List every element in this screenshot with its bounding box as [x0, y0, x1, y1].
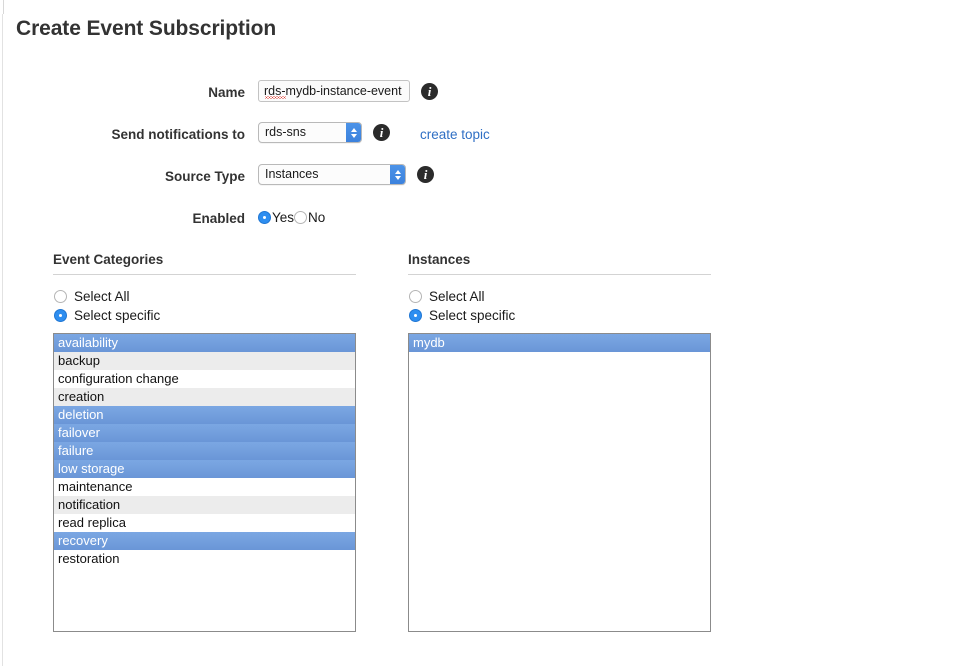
instance-list-item[interactable]: mydb: [409, 334, 710, 352]
radio-indicator-select-specific-icon: [54, 309, 67, 322]
instances-panel: Instances Select All Select specific myd…: [408, 252, 711, 632]
label-name: Name: [208, 85, 245, 100]
info-icon-source-type[interactable]: i: [417, 166, 434, 183]
event-categories-radio-group: Select All Select specific: [54, 287, 356, 325]
radio-indicator-yes-icon: [258, 210, 271, 224]
form-row-enabled: Enabled Yes No: [0, 206, 959, 248]
event-categories-select-all-label: Select All: [74, 289, 130, 304]
page-title: Create Event Subscription: [16, 17, 277, 40]
instances-radio-group: Select All Select specific: [409, 287, 711, 325]
radio-indicator-select-specific-icon: [409, 309, 422, 322]
source-type-selected-value: Instances: [265, 167, 319, 181]
sns-topic-select[interactable]: rds-sns: [258, 122, 362, 143]
chevron-updown-icon: [390, 165, 405, 184]
event-category-list-item[interactable]: maintenance: [54, 478, 355, 496]
name-input-wrapper: [258, 80, 410, 102]
label-enabled: Enabled: [192, 211, 245, 226]
label-source-type: Source Type: [164, 169, 245, 184]
form-row-name: Name i: [0, 80, 959, 122]
source-type-select[interactable]: Instances: [258, 164, 406, 185]
event-categories-select-specific-radio[interactable]: Select specific: [54, 306, 356, 325]
enabled-yes-label: Yes: [272, 209, 295, 225]
radio-indicator-no-icon: [294, 210, 308, 224]
event-categories-divider: [53, 274, 356, 275]
instances-divider: [408, 274, 711, 275]
content-pane-corner-notch: [0, 0, 4, 14]
event-categories-listbox[interactable]: availability backup configuration change cr…: [53, 333, 356, 632]
instances-listbox[interactable]: mydb: [408, 333, 711, 632]
event-subscription-form: Name i Send notifications to rds-sns i c…: [0, 80, 959, 248]
instances-select-specific-label: Select specific: [429, 308, 516, 323]
event-categories-select-specific-label: Select specific: [74, 308, 161, 323]
enabled-no-label: No: [308, 209, 326, 225]
enabled-radio-group: Yes No: [258, 206, 325, 228]
event-category-list-item[interactable]: deletion: [54, 406, 355, 424]
enabled-radio-yes[interactable]: Yes: [258, 210, 294, 225]
field-name: i: [258, 80, 438, 102]
event-categories-panel: Event Categories Select All Select speci…: [53, 252, 356, 632]
info-icon-sns-topic[interactable]: i: [373, 124, 390, 141]
info-icon-name[interactable]: i: [421, 82, 438, 100]
event-category-list-item[interactable]: failure: [54, 442, 355, 460]
event-category-list-item[interactable]: creation: [54, 388, 355, 406]
event-category-list-item[interactable]: backup: [54, 352, 355, 370]
label-send-notifications-to: Send notifications to: [111, 127, 246, 142]
instances-title: Instances: [408, 252, 471, 267]
instances-select-all-label: Select All: [429, 289, 485, 304]
name-input[interactable]: [258, 80, 410, 102]
instances-select-all-radio[interactable]: Select All: [409, 287, 711, 306]
enabled-radio-no[interactable]: No: [294, 210, 325, 225]
sns-topic-selected-value: rds-sns: [265, 125, 306, 139]
event-category-list-item[interactable]: failover: [54, 424, 355, 442]
event-categories-title: Event Categories: [53, 252, 164, 267]
field-send-notifications-to: rds-sns i: [258, 122, 390, 143]
event-categories-select-all-radio[interactable]: Select All: [54, 287, 356, 306]
radio-indicator-select-all-icon: [54, 290, 67, 303]
field-enabled: Yes No: [258, 206, 325, 228]
event-category-list-item[interactable]: low storage: [54, 460, 355, 478]
event-category-list-item[interactable]: read replica: [54, 514, 355, 532]
create-topic-link[interactable]: create topic: [420, 127, 490, 142]
event-category-list-item[interactable]: notification: [54, 496, 355, 514]
event-category-list-item[interactable]: configuration change: [54, 370, 355, 388]
field-source-type: Instances i: [258, 164, 434, 185]
event-category-list-item[interactable]: availability: [54, 334, 355, 352]
form-row-source-type: Source Type Instances i: [0, 164, 959, 206]
event-category-list-item[interactable]: restoration: [54, 550, 355, 568]
chevron-updown-icon: [346, 123, 361, 142]
event-category-list-item[interactable]: recovery: [54, 532, 355, 550]
instances-select-specific-radio[interactable]: Select specific: [409, 306, 711, 325]
radio-indicator-select-all-icon: [409, 290, 422, 303]
form-row-send-notifications-to: Send notifications to rds-sns i create t…: [0, 122, 959, 164]
